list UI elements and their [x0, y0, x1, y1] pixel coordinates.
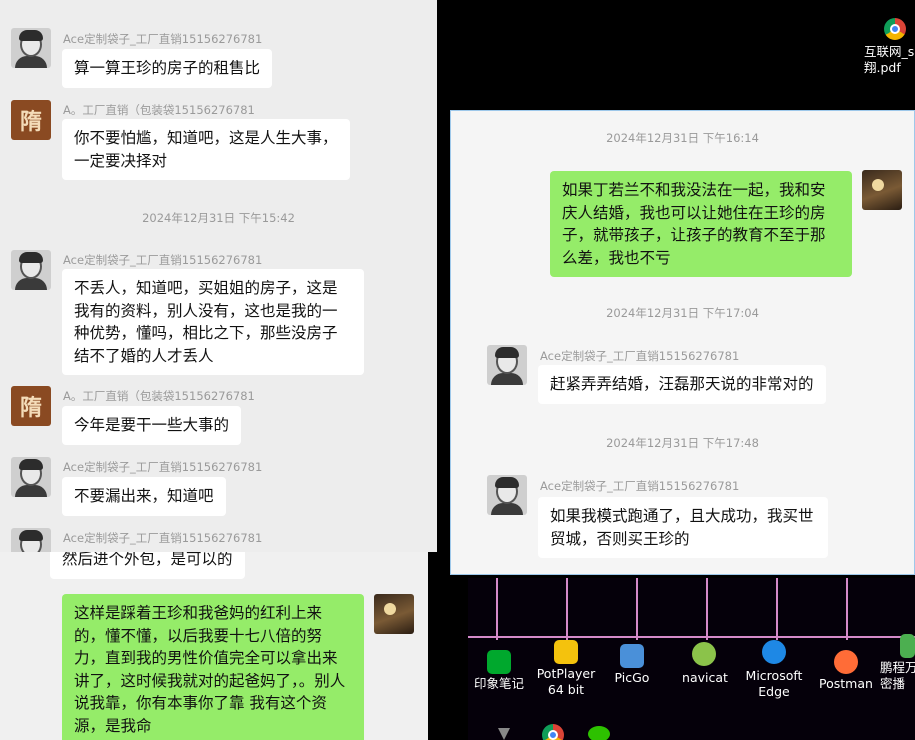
chat-window-3: 2024年12月31日 下午16:14 如果丁若兰不和我没法在一起，我和安庆人结…: [450, 110, 915, 575]
sender-name: Ace定制袋子_工厂直销15156276781: [63, 253, 263, 267]
timestamp: 2024年12月31日 下午16:14: [606, 131, 759, 145]
desktop-icon-label: 鹏程万 密播: [880, 660, 915, 691]
avatar[interactable]: [487, 345, 527, 385]
avatar[interactable]: [374, 594, 414, 634]
grid-line: [706, 578, 708, 640]
avatar[interactable]: 隋: [11, 386, 51, 426]
message-bubble[interactable]: 今年是要干一些大事的: [62, 406, 242, 445]
avatar[interactable]: [487, 475, 527, 515]
postman-icon: [834, 650, 858, 674]
edge-icon: [762, 640, 786, 664]
message-bubble[interactable]: 如果我模式跑通了，且大成功，我买世贸城，否则买王珍的: [538, 497, 828, 558]
message-bubble[interactable]: 赶紧弄弄结婚，汪磊那天说的非常对的: [538, 365, 826, 404]
desktop-icon-label: Microsoft Edge: [745, 668, 803, 699]
message-bubble[interactable]: 不丢人，知道吧，买姐姐的房子，这是我有的资料，别人没有，这也是我的一种优势，懂吗…: [62, 269, 364, 375]
grid-line: [776, 578, 778, 640]
timestamp: 2024年12月31日 下午15:42: [142, 211, 295, 225]
grid-line: [566, 578, 568, 640]
potplayer-icon: [554, 640, 578, 664]
avatar[interactable]: [11, 528, 51, 552]
desktop-file-label[interactable]: 互联网_s 翔.pdf: [864, 44, 915, 76]
chrome-icon[interactable]: [884, 18, 906, 40]
avatar[interactable]: 隋: [11, 100, 51, 140]
chrome-icon[interactable]: [542, 724, 564, 740]
grid-line: [468, 636, 915, 638]
message-bubble[interactable]: 算一算王珍的房子的租售比: [62, 49, 273, 88]
desktop-icon-label: PotPlayer 64 bit: [536, 666, 596, 697]
sender-name: Ace定制袋子_工厂直销15156276781: [540, 479, 740, 493]
picgo-icon: [620, 644, 644, 668]
timestamp: 2024年12月31日 下午17:04: [606, 306, 759, 320]
sender-name: Ace定制袋子_工厂直销15156276781: [540, 349, 740, 363]
chat-window-2: 然后进个外包，是可以的 这样是踩着王珍和我爸妈的红利上来的，懂不懂，以后我要十七…: [0, 552, 428, 740]
desktop-icon-label: 印象笔记: [473, 676, 524, 691]
navicat-icon: [692, 642, 716, 666]
sender-name: A。工厂直销（包装袋15156276781: [63, 389, 255, 403]
avatar[interactable]: [11, 28, 51, 68]
message-bubble[interactable]: 如果丁若兰不和我没法在一起，我和安庆人结婚，我也可以让她住在王珍的房子，就带孩子…: [550, 171, 852, 277]
message-bubble[interactable]: 你不要怕尴，知道吧，这是人生大事，一定要决择对: [62, 119, 350, 180]
sender-name: A。工厂直销（包装袋15156276781: [63, 103, 255, 117]
desktop-icon-label: navicat: [682, 670, 728, 685]
grid-line: [636, 578, 638, 640]
sender-name: Ace定制袋子_工厂直销15156276781: [63, 32, 263, 46]
app-icon: [900, 634, 915, 658]
message-bubble[interactable]: 不要漏出来，知道吧: [62, 477, 226, 516]
avatar[interactable]: [862, 170, 902, 210]
grid-line: [846, 578, 848, 640]
message-bubble[interactable]: 然后进个外包，是可以的: [50, 552, 245, 579]
evernote-icon: [487, 650, 511, 674]
avatar[interactable]: [11, 250, 51, 290]
message-bubble[interactable]: 这样是踩着王珍和我爸妈的红利上来的，懂不懂，以后我要十七八倍的努力，直到我的男性…: [62, 594, 364, 740]
desktop-icon-label: PicGo: [614, 670, 650, 685]
desktop-icon-label: Postman: [819, 676, 873, 691]
avatar[interactable]: [11, 457, 51, 497]
screen: 互联网_s 翔.pdf 印象笔记 PotPlayer 64 bit PicGo …: [0, 0, 915, 740]
sender-name: Ace定制袋子_工厂直销15156276781: [63, 531, 263, 545]
wechat-icon[interactable]: [588, 726, 610, 740]
timestamp: 2024年12月31日 下午17:48: [606, 436, 759, 450]
chat-window-1: Ace定制袋子_工厂直销15156276781 算一算王珍的房子的租售比 隋 A…: [0, 0, 437, 552]
grid-line: [496, 578, 498, 640]
sender-name: Ace定制袋子_工厂直销15156276781: [63, 460, 263, 474]
